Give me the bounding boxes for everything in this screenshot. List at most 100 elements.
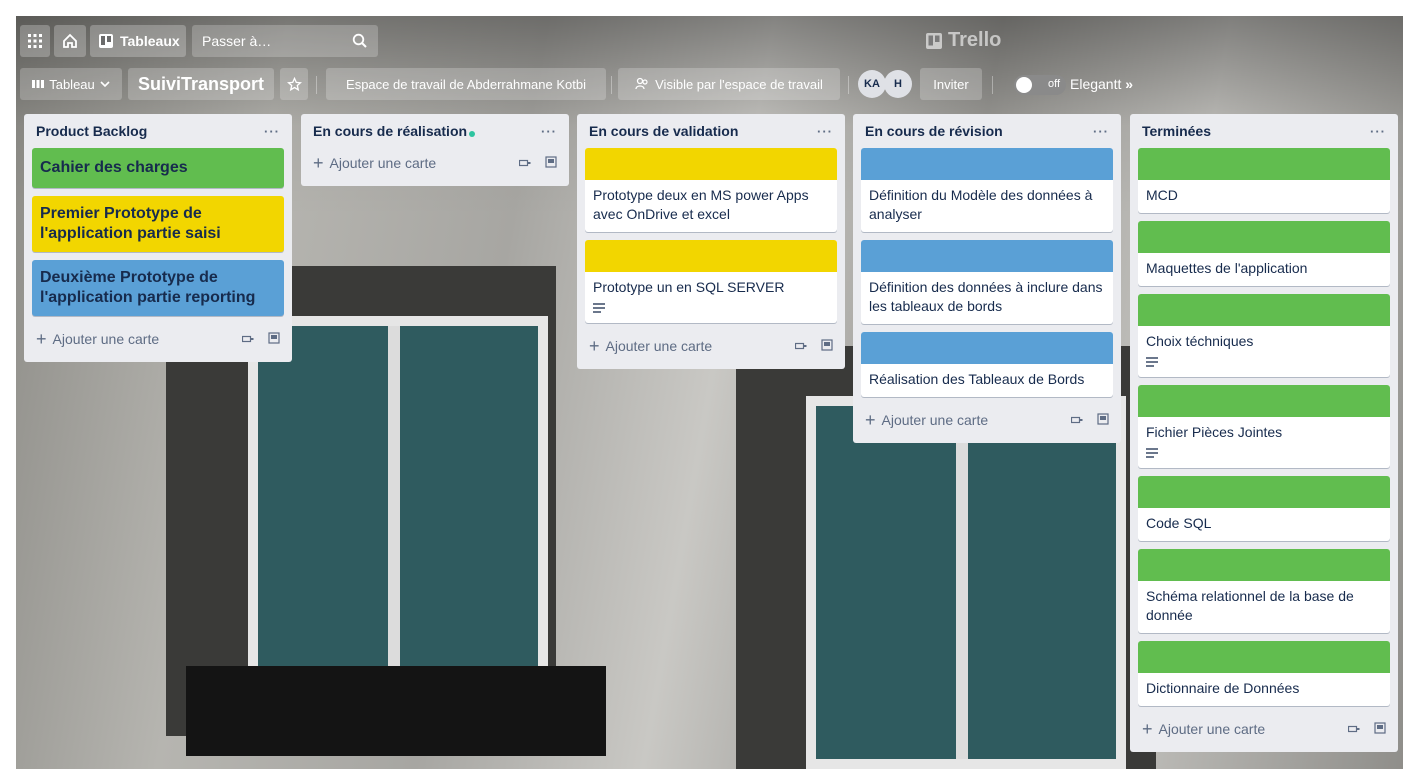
elegantt-button[interactable]: Elegantt » — [1070, 76, 1133, 92]
elegantt-toggle[interactable]: off — [1014, 75, 1066, 95]
invite-button[interactable]: Inviter — [920, 68, 982, 100]
card-cover — [861, 332, 1113, 364]
boards-button[interactable]: Tableaux — [90, 25, 186, 57]
card-cover — [1138, 385, 1390, 417]
list-menu-icon[interactable]: ··· — [817, 124, 833, 139]
card[interactable]: Fichier Pièces Jointes — [1138, 385, 1390, 468]
add-card-label: Ajouter une carte — [605, 338, 713, 354]
card[interactable]: Définition des données à inclure dans le… — [861, 240, 1113, 324]
card[interactable]: Dictionnaire de Données — [1138, 641, 1390, 706]
boards-label: Tableaux — [120, 33, 180, 49]
card[interactable]: Choix téchniques — [1138, 294, 1390, 377]
card[interactable]: Définition du Modèle des données à analy… — [861, 148, 1113, 232]
card-body: Réalisation des Tableaux de Bords — [861, 364, 1113, 397]
member-avatar[interactable]: KA — [858, 70, 886, 98]
card-title: Réalisation des Tableaux de Bords — [869, 371, 1085, 387]
star-board-button[interactable] — [280, 68, 308, 100]
add-card-label: Ajouter une carte — [329, 155, 437, 171]
card-cover — [1138, 148, 1390, 180]
card[interactable]: Code SQL — [1138, 476, 1390, 541]
board-icon — [99, 34, 113, 48]
chevron-down-icon — [100, 81, 110, 88]
card[interactable]: Prototype un en SQL SERVER — [585, 240, 837, 323]
list-header[interactable]: Terminées ··· — [1138, 114, 1390, 148]
star-icon — [286, 76, 302, 91]
add-card-button[interactable]: + Ajouter une carte — [589, 336, 712, 357]
card[interactable]: Cahier des charges — [32, 148, 284, 188]
workspace-button[interactable]: Espace de travail de Abderrahmane Kotbi — [326, 68, 606, 100]
card[interactable]: Maquettes de l'application — [1138, 221, 1390, 286]
template-icon[interactable] — [794, 338, 807, 354]
list-menu-icon[interactable]: ··· — [1370, 124, 1386, 139]
template-icon[interactable] — [518, 155, 531, 171]
card-title: Schéma relationnel de la base de donnée — [1146, 588, 1354, 623]
plus-icon: + — [313, 152, 324, 173]
plus-icon: + — [589, 335, 600, 356]
card-template-icon[interactable] — [821, 338, 833, 354]
card-cover — [1138, 294, 1390, 326]
card[interactable]: Schéma relationnel de la base de donnée — [1138, 549, 1390, 633]
add-card-label: Ajouter une carte — [1158, 721, 1266, 737]
list-menu-icon[interactable]: ··· — [264, 124, 280, 139]
template-icon[interactable] — [1070, 412, 1083, 428]
trello-logo[interactable]: Trello — [926, 29, 1001, 52]
card-title: Prototype un en SQL SERVER — [593, 279, 785, 295]
template-icon[interactable] — [1347, 721, 1360, 737]
search-icon — [352, 33, 367, 48]
card[interactable]: Réalisation des Tableaux de Bords — [861, 332, 1113, 397]
separator — [316, 76, 317, 94]
description-icon — [1146, 448, 1158, 458]
plus-icon: + — [36, 328, 47, 349]
card-template-icon[interactable] — [1374, 721, 1386, 737]
card-body: Maquettes de l'application — [1138, 253, 1390, 286]
add-card-row: + Ajouter une carte — [861, 405, 1113, 435]
add-card-button[interactable]: + Ajouter une carte — [1142, 719, 1265, 740]
elegantt-label: Elegantt — [1070, 76, 1122, 92]
list-title[interactable]: En cours de réalisation — [313, 123, 467, 139]
template-icon[interactable] — [241, 331, 254, 347]
add-card-icons — [1347, 721, 1386, 737]
description-icon — [1146, 357, 1158, 367]
top-header: Tableaux Passer à… Trello — [16, 25, 1403, 61]
card-cover — [1138, 641, 1390, 673]
list-header[interactable]: En cours de révision ··· — [861, 114, 1113, 148]
list-title[interactable]: Product Backlog — [36, 123, 147, 139]
list-menu-icon[interactable]: ··· — [1093, 124, 1109, 139]
card[interactable]: Premier Prototype de l'application parti… — [32, 196, 284, 252]
home-icon — [63, 33, 77, 48]
card-template-icon[interactable] — [1097, 412, 1109, 428]
apps-button[interactable] — [20, 25, 50, 57]
member-avatar[interactable]: H — [884, 70, 912, 98]
visibility-button[interactable]: Visible par l'espace de travail — [618, 68, 840, 100]
list-menu-icon[interactable]: ··· — [541, 124, 557, 139]
card-cover — [861, 148, 1113, 180]
list-title[interactable]: En cours de validation — [589, 123, 738, 139]
card-cover — [585, 240, 837, 272]
view-switcher-button[interactable]: Tableau — [20, 68, 122, 100]
add-card-button[interactable]: + Ajouter une carte — [36, 329, 159, 350]
invite-label: Inviter — [933, 76, 969, 92]
add-card-row: + Ajouter une carte — [585, 331, 837, 361]
add-card-icons — [1070, 412, 1109, 428]
add-card-button[interactable]: + Ajouter une carte — [865, 410, 988, 431]
search-input[interactable]: Passer à… — [192, 25, 378, 57]
add-card-button[interactable]: + Ajouter une carte — [313, 153, 436, 174]
list-header[interactable]: En cours de réalisation ··· — [309, 114, 561, 148]
home-button[interactable] — [54, 25, 86, 57]
people-icon — [635, 77, 648, 90]
card[interactable]: Prototype deux en MS power Apps avec OnD… — [585, 148, 837, 232]
separator — [992, 76, 993, 94]
list-header[interactable]: En cours de validation ··· — [585, 114, 837, 148]
plus-icon: + — [865, 409, 876, 430]
card-title: Premier Prototype de l'application parti… — [40, 205, 221, 242]
list-header[interactable]: Product Backlog ··· — [32, 114, 284, 148]
card-title: Fichier Pièces Jointes — [1146, 424, 1283, 440]
card-template-icon[interactable] — [268, 331, 280, 347]
board-header: Tableau SuiviTransport Espace de travail… — [16, 68, 1403, 102]
card[interactable]: Deuxième Prototype de l'application part… — [32, 260, 284, 316]
card-template-icon[interactable] — [545, 155, 557, 171]
card[interactable]: MCD — [1138, 148, 1390, 213]
board-name-button[interactable]: SuiviTransport — [128, 68, 274, 100]
list-title[interactable]: En cours de révision — [865, 123, 1003, 139]
list-title[interactable]: Terminées — [1142, 123, 1211, 139]
